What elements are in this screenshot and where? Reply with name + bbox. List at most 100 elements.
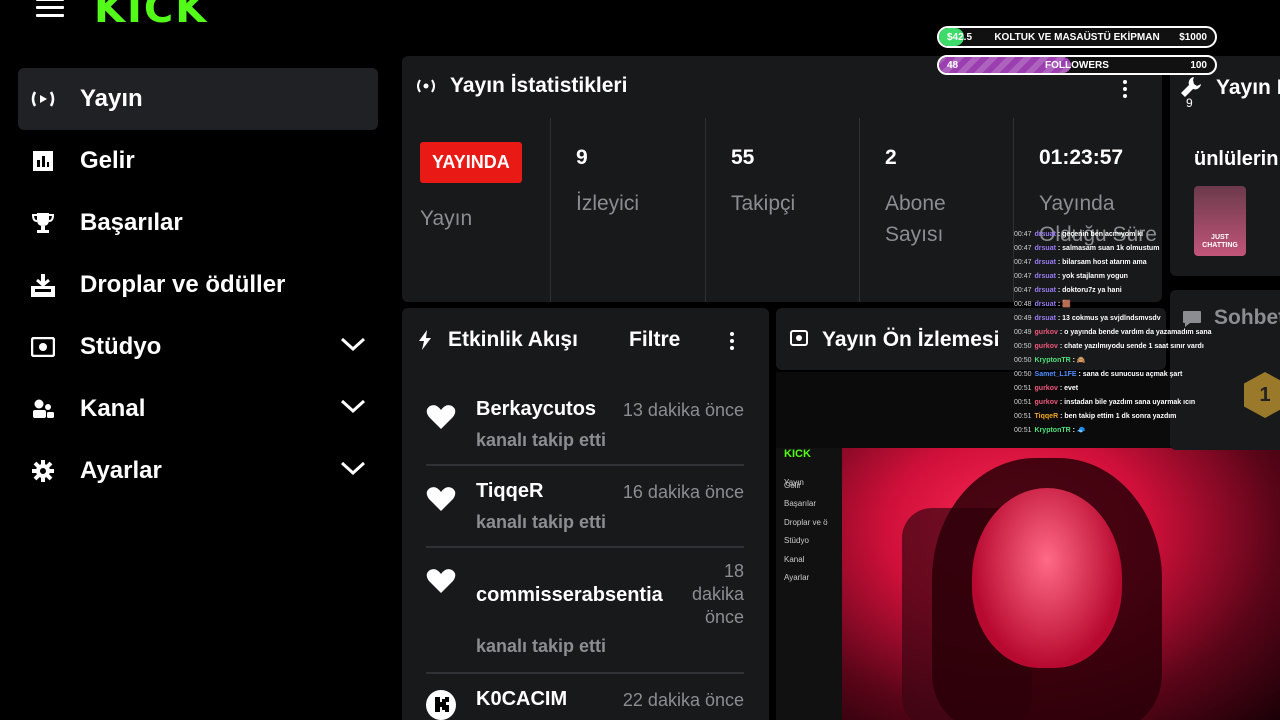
stat-subscribers: 2 Abone Sayısı xyxy=(885,146,995,330)
chat-timestamp: 00:47 xyxy=(1014,259,1032,266)
sidebar-item-label: Ayarlar xyxy=(80,457,162,484)
goal-title: FOLLOWERS xyxy=(1045,60,1109,71)
chat-username[interactable]: drsuat xyxy=(1035,231,1056,238)
panel-title: Yayın İstatistikleri xyxy=(450,74,628,97)
more-options-icon[interactable] xyxy=(1123,80,1127,101)
goal-target: 100 xyxy=(1190,60,1207,71)
chat-username[interactable]: KryptonTR xyxy=(1035,427,1071,434)
chat-username[interactable]: drsuat xyxy=(1035,301,1056,308)
sidebar: Yayın Gelir Başarılar Droplar ve ödüller… xyxy=(18,68,378,502)
donation-goal-bar: $42.5 KOLTUK VE MASAÜSTÜ EKİPMAN $1000 xyxy=(937,26,1217,48)
chat-timestamp: 00:47 xyxy=(1014,287,1032,294)
sidebar-item-kanal[interactable]: Kanal xyxy=(18,378,378,440)
chat-text: : ben takip ettim 1 dk sonra yazdım xyxy=(1058,413,1177,420)
live-icon xyxy=(30,86,56,112)
sidebar-item-basarilar[interactable]: Başarılar xyxy=(18,192,378,254)
chat-timestamp: 00:50 xyxy=(1014,371,1032,378)
mini-item: Yayın xyxy=(784,478,804,487)
chat-username[interactable]: KryptonTR xyxy=(1035,357,1071,364)
heart-icon xyxy=(426,569,456,593)
wrench-icon xyxy=(1181,77,1201,97)
chat-text: : 🙈 xyxy=(1070,357,1086,364)
chat-username[interactable]: drsuat xyxy=(1035,245,1056,252)
webcam-overlay xyxy=(842,448,1280,720)
event-desc: kanalı takip etti xyxy=(476,636,607,656)
chat-message: 00:47 drsuat : bilarsam host atarım ama xyxy=(1014,256,1214,270)
stat-label: Abone Sayısı xyxy=(885,192,946,246)
gear-icon xyxy=(30,458,56,484)
sidebar-item-ayarlar[interactable]: Ayarlar xyxy=(18,440,378,502)
event-time: 13 dakika önce xyxy=(622,400,744,420)
event-time: 18 dakika önce xyxy=(691,561,744,627)
sidebar-item-droplar[interactable]: Droplar ve ödüller xyxy=(18,254,378,316)
chat-username[interactable]: Samet_L1FE xyxy=(1035,371,1077,378)
chat-username[interactable]: drsuat xyxy=(1035,287,1056,294)
follower-name[interactable]: TiqqeR xyxy=(476,480,543,503)
chat-username[interactable]: TiqqeR xyxy=(1035,413,1059,420)
studio-icon xyxy=(30,334,56,360)
chat-username[interactable]: drsuat xyxy=(1035,315,1056,322)
chat-username[interactable]: gurkov xyxy=(1035,385,1058,392)
broadcast-icon xyxy=(417,79,435,93)
follower-name[interactable]: Berkaycutos xyxy=(476,398,596,421)
chat-timestamp: 00:50 xyxy=(1014,343,1032,350)
kick-logo[interactable]: KICK xyxy=(94,0,208,32)
more-options-icon[interactable] xyxy=(730,332,734,353)
stat-label: Takipçi xyxy=(731,192,796,215)
chat-timestamp: 00:47 xyxy=(1014,231,1032,238)
chat-username[interactable]: gurkov xyxy=(1035,343,1058,350)
mini-item: Ayarlar xyxy=(784,573,810,582)
chat-text: : sana dc sunucusu açmak şart xyxy=(1076,371,1183,378)
mini-item: Kanal xyxy=(784,554,805,564)
count-badge: 9 xyxy=(1186,96,1193,110)
chat-text: : doktoru7z ya hani xyxy=(1055,287,1122,294)
chat-username[interactable]: drsuat xyxy=(1035,259,1056,266)
chevron-down-icon[interactable] xyxy=(340,398,366,414)
sidebar-item-yayin[interactable]: Yayın xyxy=(18,68,378,130)
chat-text: : salmasam suan 1k olmustum xyxy=(1055,245,1160,252)
follower-name[interactable]: K0CACIM xyxy=(476,688,567,711)
panel-title: Sohbet xyxy=(1214,306,1280,329)
mini-item: Gelir xyxy=(784,480,801,490)
follower-name[interactable]: commisserabsentia xyxy=(476,584,663,607)
chat-message: 00:50 Samet_L1FE : sana dc sunucusu açmak… xyxy=(1014,368,1214,382)
chat-message: 00:51 TiqqeR : ben takip ettim 1 dk sonra… xyxy=(1014,410,1214,424)
mini-item: Droplar ve ö xyxy=(784,517,828,527)
chat-message: 00:47 drsuat : salmasam suan 1k olmustum xyxy=(1014,242,1214,256)
sidebar-item-label: Gelir xyxy=(80,147,135,174)
chat-timestamp: 00:51 xyxy=(1014,385,1032,392)
chat-message: 00:47 drsuat : doktoru7z ya hani xyxy=(1014,284,1214,298)
chat-text: : 13 cokmus ya svjdlndsmvsdv xyxy=(1055,315,1161,322)
sidebar-item-label: Kanal xyxy=(80,395,146,422)
event-time: 16 dakika önce xyxy=(622,482,744,502)
chat-username[interactable]: gurkov xyxy=(1035,399,1058,406)
chat-message: 00:51 KryptonTR : 🧢 xyxy=(1014,424,1214,438)
chat-timestamp: 00:49 xyxy=(1014,315,1032,322)
heart-icon xyxy=(426,487,456,511)
list-item: commisserabsentia 18 dakika önce kanalı … xyxy=(426,560,744,664)
list-item: K0CACIM 22 dakika önce xyxy=(426,686,744,720)
panel-title: Yayın B xyxy=(1216,76,1280,99)
list-item: Berkaycutos 13 dakika önce kanalı takip … xyxy=(426,394,744,458)
chat-message: 00:49 gurkov : o yayında bende vardım da … xyxy=(1014,326,1214,340)
panel-title: Yayın Ön İzlemesi xyxy=(822,328,1000,351)
event-desc: kanalı takip etti xyxy=(476,430,607,450)
stat-label: İzleyici xyxy=(576,192,640,215)
sidebar-item-gelir[interactable]: Gelir xyxy=(18,130,378,192)
panel-title: Etkinlik Akışı xyxy=(448,328,578,351)
chat-message: 00:49 drsuat : 13 cokmus ya svjdlndsmvsdv xyxy=(1014,312,1214,326)
chat-username[interactable]: gurkov xyxy=(1035,329,1058,336)
chevron-down-icon[interactable] xyxy=(340,460,366,476)
stat-value: 9 xyxy=(576,146,588,169)
chat-message: 00:51 gurkov : evet xyxy=(1014,382,1214,396)
chevron-down-icon[interactable] xyxy=(340,336,366,352)
sidebar-item-studyo[interactable]: Stüdyo xyxy=(18,316,378,378)
live-badge: YAYINDA xyxy=(420,142,522,183)
stat-followers: 55 Takipçi xyxy=(731,146,795,330)
chat-text: : bilarsam host atarım ama xyxy=(1055,259,1147,266)
chat-message: 00:50 gurkov : chate yazılmıyodu sende 1 … xyxy=(1014,340,1214,354)
menu-icon[interactable] xyxy=(36,0,64,17)
chat-username[interactable]: drsuat xyxy=(1035,273,1056,280)
filter-button[interactable]: Filtre xyxy=(629,328,680,352)
chat-text: : instadan bile yazdım sana uyarmak ıcın xyxy=(1057,399,1196,406)
